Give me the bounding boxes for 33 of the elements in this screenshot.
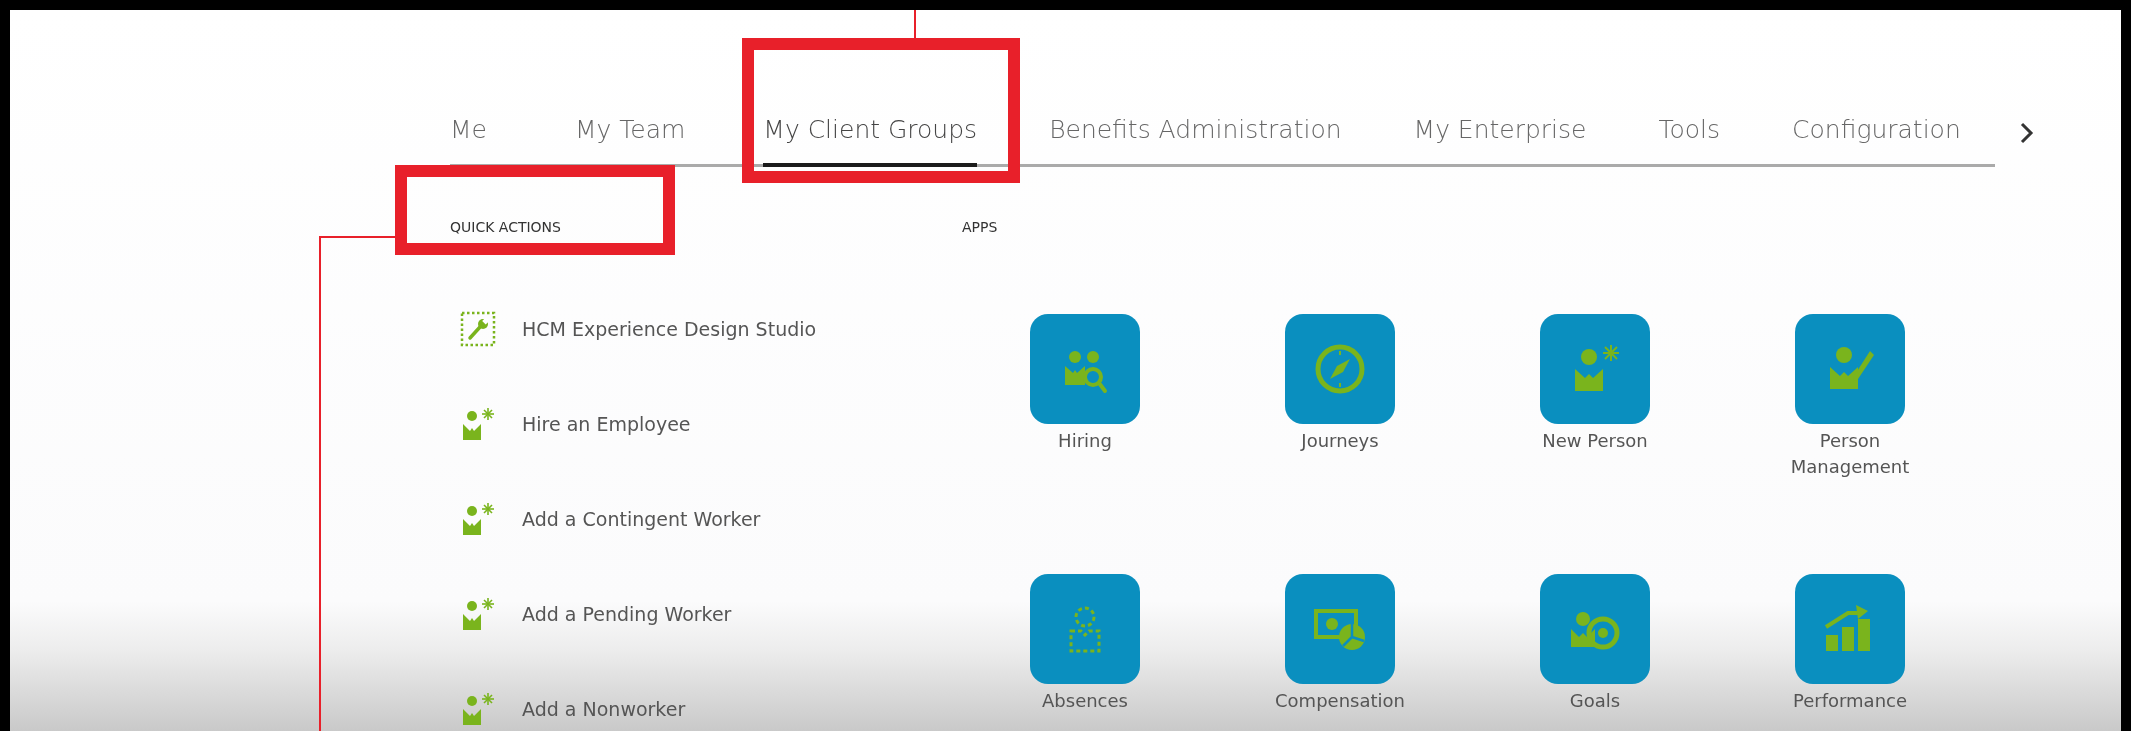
app-tile[interactable] [1030, 314, 1140, 424]
app-tile[interactable] [1285, 574, 1395, 684]
app-tile[interactable] [1795, 574, 1905, 684]
nav-tab[interactable]: My Enterprise [1413, 95, 1587, 167]
section-heading: APPS [962, 218, 998, 237]
quick-action-link[interactable]: HCM Experience Design Studio [522, 318, 817, 340]
leader-line [914, 10, 916, 38]
nav-tab[interactable]: My Team [574, 95, 686, 167]
app-label[interactable]: Journeys [1265, 428, 1415, 454]
app-tile[interactable] [1285, 314, 1395, 424]
wrench-icon[interactable] [458, 309, 498, 349]
nav-tab[interactable]: Me [450, 95, 487, 167]
nav-tab[interactable]: Configuration [1792, 95, 1961, 167]
app-tile[interactable] [1795, 314, 1905, 424]
chevron-right-icon[interactable] [2019, 121, 2035, 145]
app-label[interactable]: Goals [1520, 688, 1670, 714]
quick-action-link[interactable]: Add a Contingent Worker [522, 508, 761, 530]
nav-tab[interactable]: My Client Groups [763, 95, 978, 167]
app-label[interactable]: Compensation [1265, 688, 1415, 714]
app-tile[interactable] [1540, 574, 1650, 684]
nav-tab[interactable]: Tools [1658, 95, 1721, 167]
app-label[interactable]: Person Management [1775, 428, 1925, 480]
app-label[interactable]: Absences [1010, 688, 1160, 714]
quick-action-link[interactable]: Add a Pending Worker [522, 603, 732, 625]
app-label[interactable]: New Person [1520, 428, 1670, 454]
quick-action-link[interactable]: Add a Nonworker [522, 698, 686, 720]
app-label[interactable]: Performance [1775, 688, 1925, 714]
section-heading: QUICK ACTIONS [450, 218, 561, 237]
nav-tab[interactable]: Benefits Administration [1049, 95, 1342, 167]
app-label[interactable]: Hiring [1010, 428, 1160, 454]
app-tile[interactable] [1030, 574, 1140, 684]
quick-action-link[interactable]: Hire an Employee [522, 413, 691, 435]
app-tile[interactable] [1540, 314, 1650, 424]
